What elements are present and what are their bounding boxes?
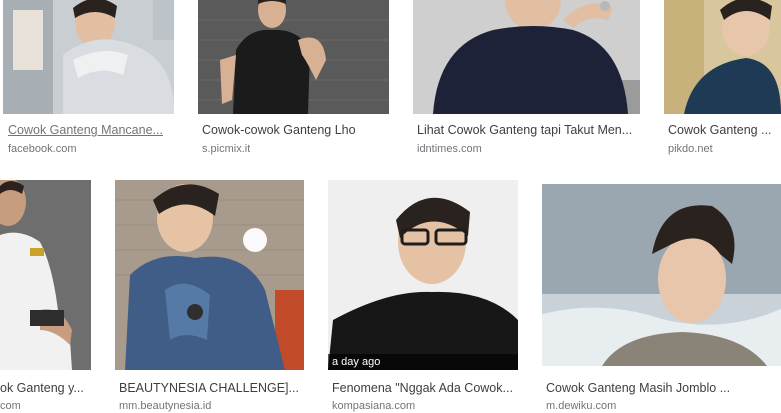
result-thumbnail-3[interactable]: [413, 0, 640, 114]
result-source-5: com: [0, 400, 21, 412]
result-thumbnail-6[interactable]: [115, 180, 304, 370]
result-source-3: idntimes.com: [417, 143, 482, 155]
result-title-4[interactable]: Cowok Ganteng ...: [668, 122, 778, 138]
result-title-6[interactable]: BEAUTYNESIA CHALLENGE]...: [119, 380, 304, 396]
result-source-4: pikdo.net: [668, 143, 713, 155]
result-title-2[interactable]: Cowok-cowok Ganteng Lho: [202, 122, 389, 138]
result-title-1[interactable]: Cowok Ganteng Mancane...: [8, 122, 174, 138]
result-age-badge: a day ago: [328, 354, 518, 370]
result-thumbnail-8[interactable]: [542, 184, 781, 366]
result-title-5[interactable]: ok Ganteng y...: [0, 380, 91, 396]
result-title-3[interactable]: Lihat Cowok Ganteng tapi Takut Men...: [417, 122, 640, 138]
result-source-8: m.dewiku.com: [546, 400, 617, 412]
result-thumbnail-5[interactable]: [0, 180, 91, 370]
result-source-6: mm.beautynesia.id: [119, 400, 212, 412]
result-title-7[interactable]: Fenomena "Nggak Ada Cowok...: [332, 380, 518, 396]
result-thumbnail-1[interactable]: [3, 0, 174, 114]
result-thumbnail-2[interactable]: [198, 0, 389, 114]
result-source-2: s.picmix.it: [202, 143, 251, 155]
result-thumbnail-7[interactable]: a day ago: [328, 180, 518, 370]
result-source-7: kompasiana.com: [332, 400, 416, 412]
result-source-1: facebook.com: [8, 143, 77, 155]
result-thumbnail-4[interactable]: [664, 0, 781, 114]
result-title-8[interactable]: Cowok Ganteng Masih Jomblo ...: [546, 380, 756, 396]
